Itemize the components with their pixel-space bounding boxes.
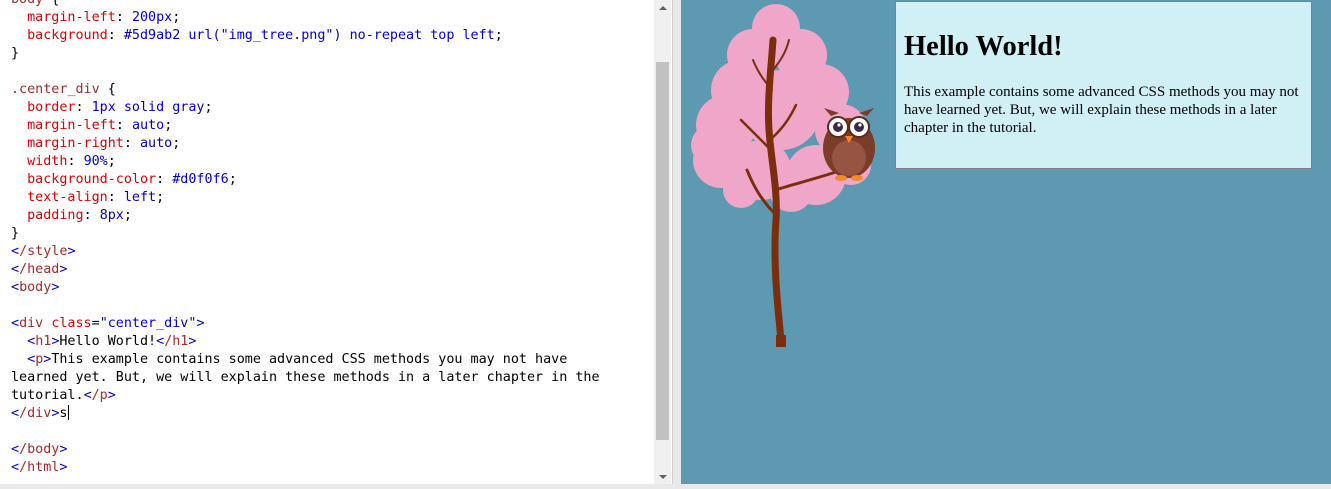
code-line: margin-left: 200px; <box>27 10 181 25</box>
code-line: padding: 8px; <box>27 208 132 223</box>
code-line: body { <box>11 0 651 9</box>
code-line: </div>s <box>11 405 70 421</box>
code-line: background-color: #d0f0f6; <box>27 172 237 187</box>
code-line: margin-right: auto; <box>27 136 181 151</box>
text-caret <box>68 405 70 420</box>
code-line: border: 1px solid gray; <box>27 100 213 115</box>
code-line: tutorial.</p> <box>11 388 116 403</box>
tree-blossom <box>691 4 871 212</box>
result-paragraph: This example contains some advanced CSS … <box>904 84 1299 137</box>
code-line: text-align: left; <box>27 190 165 205</box>
code-line: </body> <box>11 442 68 457</box>
code-line: <p>This example contains some advanced C… <box>27 352 568 367</box>
code-line: </head> <box>11 262 68 277</box>
code-line: width: 90%; <box>27 154 116 169</box>
code-line: margin-left: auto; <box>27 118 173 133</box>
code-line: .center_div { <box>11 82 116 97</box>
scroll-thumb[interactable] <box>656 62 669 440</box>
code-line: <div class="center_div"> <box>11 316 205 331</box>
code-line: background: #5d9ab2 url("img_tree.png") … <box>27 28 503 43</box>
code-line: <h1>Hello World!</h1> <box>27 334 197 349</box>
editor-scrollbar[interactable] <box>654 0 671 484</box>
code-line: </html> <box>11 460 68 475</box>
code-line: } <box>11 226 20 241</box>
center-div-box: Hello World! This example contains some … <box>895 1 1312 169</box>
result-heading: Hello World! <box>904 31 1063 62</box>
code-editor[interactable]: body { margin-left: 200px; background: #… <box>0 0 673 484</box>
result-preview: Hello World! This example contains some … <box>681 0 1331 484</box>
code-line: learned yet. But, we will explain these … <box>11 370 600 385</box>
code-line: </style> <box>11 244 76 259</box>
scroll-down-arrow-icon[interactable] <box>654 469 671 484</box>
code-line: <body> <box>11 280 60 295</box>
scroll-up-arrow-icon[interactable] <box>654 0 671 15</box>
code-line: } <box>11 46 20 61</box>
code-text-area[interactable]: body { margin-left: 200px; background: #… <box>11 0 651 477</box>
tree-background-image <box>691 4 875 347</box>
